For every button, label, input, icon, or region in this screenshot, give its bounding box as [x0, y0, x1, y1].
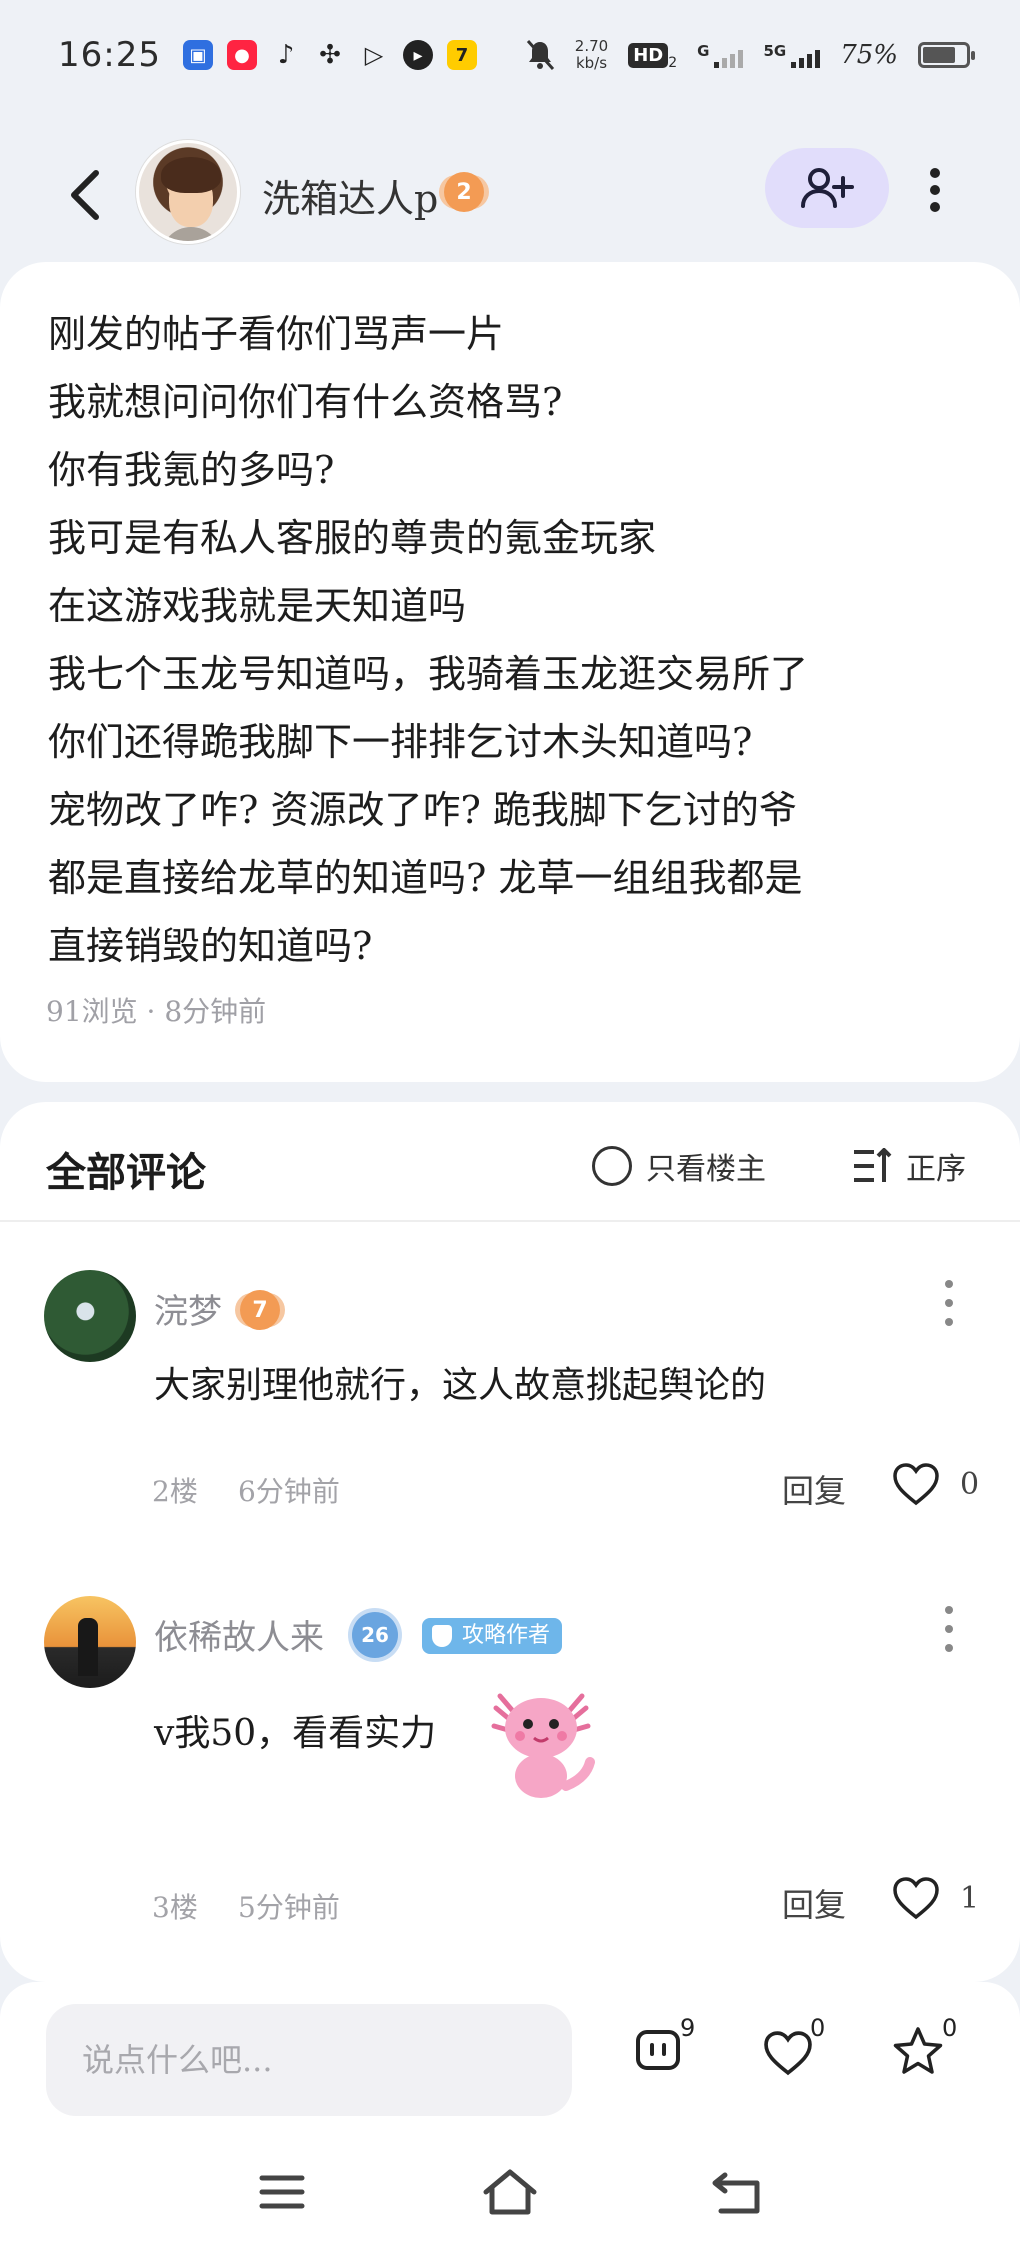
commenter-level-badge: 7	[240, 1290, 280, 1330]
comment-count: 9	[680, 2014, 696, 2042]
notification-icons: ▣ ● ♪ ✣ ▷ ▸ 7	[182, 40, 477, 70]
bank-app-icon: ▣	[182, 40, 213, 70]
commenter-avatar[interactable]	[44, 1270, 136, 1362]
follow-button[interactable]	[765, 148, 889, 228]
sort-icon	[854, 1148, 892, 1182]
heart-icon	[893, 1877, 939, 1920]
post-line: 我可是有私人客服的尊贵的氪金玩家	[48, 516, 657, 560]
sort-order-button[interactable]: 正序	[852, 1144, 966, 1188]
post-line: 我就想问问你们有什么资格骂?	[48, 380, 563, 424]
comment-text: 大家别理他就行，这人故意挑起舆论的	[154, 1365, 767, 1406]
signal-icon-1: G	[697, 42, 744, 68]
signal-label-2: 5G	[763, 42, 787, 60]
status-bar: 16:25 ▣ ● ♪ ✣ ▷ ▸ 7 2.70 kb/s HD 2 G 5G 7…	[0, 0, 1020, 110]
post-body: 刚发的帖子看你们骂声一片我就想问问你们有什么资格骂? 你有我氪的多吗? 我可是有私人…	[48, 300, 808, 980]
comments-title: 全部评论	[46, 1149, 206, 1196]
comment-time: 6分钟前	[238, 1475, 340, 1508]
commenter-name[interactable]: 浣梦	[154, 1284, 222, 1333]
nav-menu-button[interactable]	[242, 2152, 322, 2232]
play-app-icon: ▸	[402, 40, 433, 70]
battery-percent: 75%	[840, 40, 898, 70]
home-icon	[483, 2169, 537, 2215]
guide-author-tag: 攻略作者	[422, 1618, 563, 1654]
hd-label: HD	[628, 43, 669, 69]
like-total: 0	[810, 2014, 826, 2042]
like-button[interactable]: 0	[892, 1462, 979, 1506]
signal-label-1: G	[697, 42, 710, 60]
commenter-avatar[interactable]	[44, 1596, 136, 1688]
menu-icon	[259, 2175, 305, 2209]
qimao-app-icon: 7	[446, 40, 477, 70]
post-line: 我七个玉龙号知道吗，我骑着玉龙逛交易所了	[48, 652, 809, 696]
system-indicators: 2.70 kb/s HD 2 G 5G 75%	[525, 38, 975, 72]
like-count: 1	[960, 1880, 980, 1916]
comment-item: 依稀故人来 26 攻略作者 v我50，看看实力 3楼 5分钟前 回复 1	[0, 1596, 1020, 1976]
star-icon	[893, 2027, 943, 2074]
add-user-icon	[801, 168, 854, 208]
post-line: 你们还得跪我脚下一排排乞讨木头知道吗?	[48, 720, 753, 764]
heart-icon	[764, 2031, 812, 2076]
commenter-level-badge: 26	[352, 1612, 398, 1658]
post-line: 你有我氪的多吗?	[48, 448, 335, 492]
chevron-left-icon	[71, 170, 99, 220]
op-only-toggle[interactable]: 只看楼主	[592, 1144, 766, 1188]
signal-icon-2: 5G	[763, 42, 821, 68]
return-icon	[712, 2172, 760, 2214]
hd-sub: 2	[668, 55, 678, 72]
favorite-count: 0	[942, 2014, 958, 2042]
commenter-name[interactable]: 依稀故人来	[154, 1610, 324, 1659]
post-line: 刚发的帖子看你们骂声一片	[48, 312, 505, 356]
comment-icon	[636, 2030, 680, 2070]
comment-time: 5分钟前	[238, 1891, 340, 1924]
post-meta: 91浏览 · 8分钟前	[46, 995, 267, 1028]
comments-action[interactable]: 9	[628, 2014, 718, 2100]
comment-text: v我50，看看实力	[154, 1713, 437, 1754]
comment-more-button[interactable]	[940, 1280, 958, 1326]
favorite-action[interactable]: 0	[890, 2014, 980, 2100]
bottom-action-bar: 9 0 0	[0, 1982, 1020, 2122]
more-options-button[interactable]	[920, 160, 950, 220]
pinwheel-app-icon: ✣	[319, 40, 341, 70]
author-level-badge: 2	[444, 172, 484, 212]
radio-circle-icon	[592, 1146, 632, 1186]
video-app-icon: ▷	[364, 41, 384, 69]
comments-header: 全部评论 只看楼主 正序	[0, 1102, 1020, 1222]
network-speed-value: 2.70	[574, 37, 609, 55]
battery-icon	[918, 42, 975, 68]
post-line: 直接销毁的知道吗?	[48, 924, 373, 968]
like-action[interactable]: 0	[758, 2014, 848, 2100]
comment-floor: 2楼	[152, 1475, 198, 1508]
like-count: 0	[960, 1466, 980, 1502]
back-button[interactable]	[55, 160, 115, 230]
reply-button[interactable]: 回复	[782, 1466, 846, 1512]
author-avatar[interactable]	[136, 140, 240, 244]
like-button[interactable]: 1	[892, 1876, 979, 1920]
pink-axolotl-sticker	[491, 1693, 595, 1798]
sort-label: 正序	[906, 1152, 966, 1187]
comment-floor: 3楼	[152, 1891, 198, 1924]
post-line: 在这游戏我就是天知道吗	[48, 584, 467, 628]
post-line: 宠物改了咋? 资源改了咋? 跪我脚下乞讨的爷	[48, 788, 797, 832]
post-header: 洗箱达人p 2	[0, 130, 1020, 260]
op-only-label: 只看楼主	[646, 1152, 766, 1187]
heart-icon	[893, 1463, 939, 1506]
system-nav-bar	[0, 2122, 1020, 2267]
comments-section: 全部评论 只看楼主 正序 浣梦 7 大家别理他就行，这人故意挑起舆论的 2楼 6…	[0, 1102, 1020, 1982]
nav-back-button[interactable]	[697, 2152, 777, 2232]
hd-indicator: HD 2	[628, 38, 678, 72]
nav-home-button[interactable]	[470, 2152, 550, 2232]
tiktok-app-icon: ♪	[277, 40, 295, 70]
comment-input[interactable]	[46, 2004, 572, 2116]
mute-bell-icon	[526, 40, 554, 70]
comment-more-button[interactable]	[940, 1606, 958, 1652]
author-name[interactable]: 洗箱达人p	[262, 168, 438, 223]
reply-button[interactable]: 回复	[782, 1880, 846, 1926]
xiaohongshu-app-icon: ●	[226, 40, 257, 70]
comment-item: 浣梦 7 大家别理他就行，这人故意挑起舆论的 2楼 6分钟前 回复 0	[0, 1270, 1020, 1570]
status-time: 16:25	[58, 35, 161, 75]
post-card: 刚发的帖子看你们骂声一片我就想问问你们有什么资格骂? 你有我氪的多吗? 我可是有私人…	[0, 262, 1020, 1082]
post-line: 都是直接给龙草的知道吗? 龙草一组组我都是	[48, 856, 803, 900]
network-speed-unit: kb/s	[575, 54, 608, 72]
network-speed: 2.70 kb/s	[575, 38, 608, 72]
